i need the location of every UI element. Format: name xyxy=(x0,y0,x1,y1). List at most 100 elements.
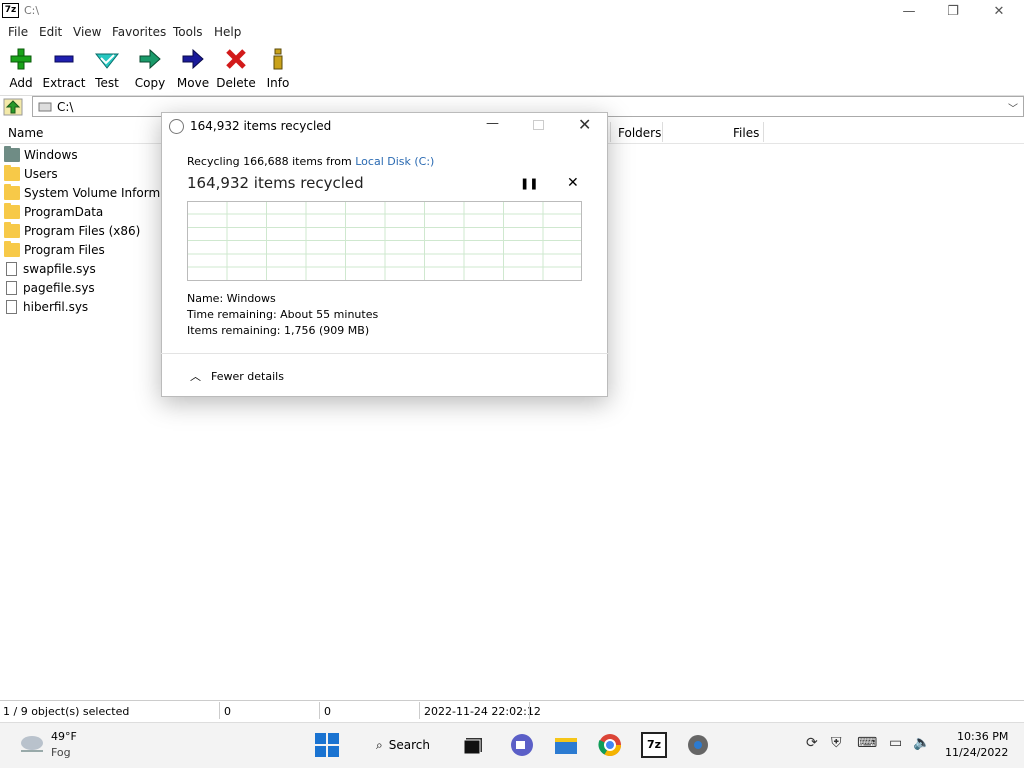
address-dropdown-icon[interactable]: ﹀ xyxy=(1008,100,1018,115)
source-link[interactable]: Local Disk (C:) xyxy=(355,155,434,168)
test-label: Test xyxy=(95,76,119,90)
item-name: Users xyxy=(24,166,58,181)
restore-button[interactable]: ❐ xyxy=(930,0,976,22)
copy-arrow-icon xyxy=(127,48,173,70)
delete-x-icon xyxy=(213,48,259,70)
chevron-up-icon: ︿ xyxy=(190,370,201,383)
delete-label: Delete xyxy=(216,76,256,90)
cancel-icon[interactable]: ✕ xyxy=(567,175,579,191)
recycling-summary: Recycling 166,688 items from Local Disk … xyxy=(187,155,434,168)
volume-icon[interactable]: 🔈 xyxy=(913,735,930,751)
item-name: Program Files xyxy=(24,242,105,257)
fog-weather-icon[interactable] xyxy=(18,733,46,755)
item-name: System Volume Informa... xyxy=(24,185,160,200)
dialog-title: 164,932 items recycled xyxy=(190,119,332,133)
info-button[interactable]: Info xyxy=(255,48,301,90)
task-view-icon[interactable] xyxy=(462,734,486,756)
keyboard-icon[interactable]: ⌨ xyxy=(857,735,877,751)
list-item[interactable]: swapfile.sys xyxy=(4,259,160,278)
item-name: ProgramData xyxy=(24,204,104,219)
info-label: Info xyxy=(266,76,290,90)
clock-date[interactable]: 11/24/2022 xyxy=(945,746,1008,759)
delete-button[interactable]: Delete xyxy=(213,48,259,90)
folder-icon xyxy=(4,164,20,181)
window-title: C:\ xyxy=(24,4,40,17)
move-arrow-icon xyxy=(170,48,216,70)
clock-time[interactable]: 10:36 PM xyxy=(957,730,1008,743)
copy-label: Copy xyxy=(134,76,166,90)
copy-button[interactable]: Copy xyxy=(127,48,173,90)
fewer-details-button[interactable]: ︿ Fewer details xyxy=(190,368,284,384)
checkmark-icon xyxy=(84,48,130,70)
status-bar: 1 / 9 object(s) selected 0 0 2022-11-24 … xyxy=(0,700,1024,720)
column-files[interactable]: Files xyxy=(733,126,759,140)
minus-icon xyxy=(41,48,87,70)
test-button[interactable]: Test xyxy=(84,48,130,90)
list-item[interactable]: pagefile.sys xyxy=(4,278,160,297)
menu-favorites[interactable]: Favorites xyxy=(112,25,166,39)
list-item[interactable]: ProgramData xyxy=(4,202,160,221)
folder-icon xyxy=(4,221,20,238)
modified-status: 2022-11-24 22:02:12 xyxy=(424,705,541,718)
list-item[interactable]: hiberfil.sys xyxy=(4,297,160,316)
7zip-taskbar-icon[interactable]: 7z xyxy=(641,732,667,758)
dialog-minimize-button[interactable]: — xyxy=(486,116,499,131)
column-divider xyxy=(662,122,663,142)
drive-icon xyxy=(38,102,52,112)
list-item[interactable]: Program Files (x86) xyxy=(4,221,160,240)
item-name: Windows xyxy=(24,147,78,162)
column-name[interactable]: Name xyxy=(8,126,43,140)
column-divider xyxy=(610,122,611,142)
status-divider xyxy=(319,702,320,719)
settings-gear-icon[interactable] xyxy=(685,732,711,758)
size-status: 0 xyxy=(224,705,231,718)
minimize-button[interactable]: — xyxy=(886,0,932,22)
up-arrow-icon xyxy=(3,98,23,116)
dialog-close-button[interactable]: ✕ xyxy=(578,115,591,134)
folder-icon xyxy=(4,240,20,257)
menu-help[interactable]: Help xyxy=(214,25,241,39)
dialog-maximize-button xyxy=(533,120,544,130)
title-bar xyxy=(0,0,1024,22)
menu-edit[interactable]: Edit xyxy=(39,25,62,39)
taskbar-search-button[interactable]: ⌕ Search xyxy=(366,730,444,760)
security-shield-icon[interactable]: ⛨ xyxy=(831,735,842,751)
menu-tools[interactable]: Tools xyxy=(173,25,203,39)
progress-status: 164,932 items recycled xyxy=(187,174,364,192)
list-item[interactable]: Program Files xyxy=(4,240,160,259)
chat-icon[interactable] xyxy=(509,732,535,758)
column-divider xyxy=(763,122,764,142)
extract-button[interactable]: Extract xyxy=(41,48,87,90)
start-icon[interactable] xyxy=(314,732,340,758)
search-icon: ⌕ xyxy=(376,737,383,752)
add-button[interactable]: Add xyxy=(0,48,44,90)
file-icon xyxy=(6,280,17,295)
dialog-divider xyxy=(161,353,608,354)
menu-view[interactable]: View xyxy=(73,25,101,39)
list-item[interactable]: System Volume Informa... xyxy=(4,183,160,202)
move-label: Move xyxy=(176,76,210,90)
extract-label: Extract xyxy=(42,76,86,90)
fewer-details-label: Fewer details xyxy=(211,369,284,383)
move-button[interactable]: Move xyxy=(170,48,216,90)
pause-icon[interactable]: ❚❚ xyxy=(520,177,538,190)
file-explorer-icon[interactable] xyxy=(553,732,579,758)
chrome-icon[interactable] xyxy=(597,732,623,758)
plus-icon xyxy=(0,48,44,70)
app-icon: 7z xyxy=(2,3,19,18)
status-divider xyxy=(219,702,220,719)
address-path: C:\ xyxy=(57,100,74,114)
weather-condition: Fog xyxy=(51,746,71,759)
item-name: swapfile.sys xyxy=(23,261,96,276)
menu-file[interactable]: File xyxy=(8,25,28,39)
list-item[interactable]: Users xyxy=(4,164,160,183)
column-folders[interactable]: Folders xyxy=(618,126,661,140)
detail-name: Name: Windows xyxy=(187,292,276,305)
item-name: Program Files (x86) xyxy=(24,223,141,238)
network-icon[interactable]: ▭ xyxy=(889,735,902,751)
sync-icon[interactable]: ⟳ xyxy=(806,735,818,751)
close-button[interactable]: ✕ xyxy=(976,0,1022,22)
list-item[interactable]: Windows xyxy=(4,145,160,164)
up-folder-button[interactable] xyxy=(3,98,23,116)
item-name: pagefile.sys xyxy=(23,280,95,295)
